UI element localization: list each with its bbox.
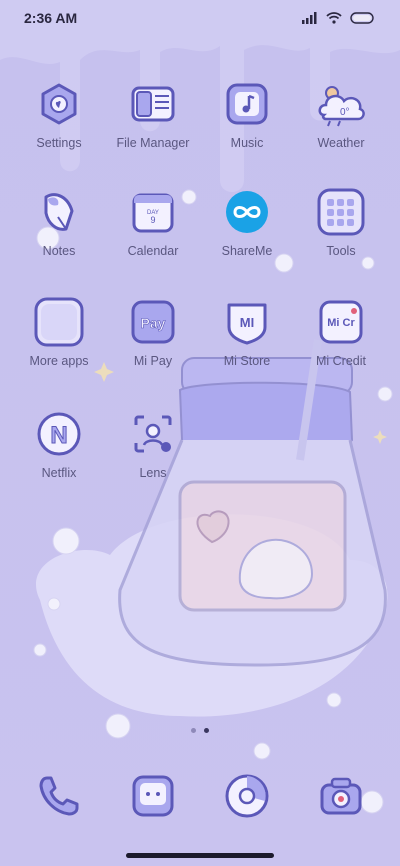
- more-apps-folder-icon: [33, 296, 85, 348]
- page-indicator: [0, 728, 400, 733]
- svg-text:N: N: [50, 422, 67, 449]
- app-mi-pay[interactable]: Pay Mi Pay: [110, 296, 196, 368]
- app-label: Music: [230, 136, 264, 150]
- dock-messaging[interactable]: [110, 770, 196, 822]
- status-icons: [302, 12, 376, 24]
- app-weather[interactable]: 0° Weather: [298, 78, 384, 150]
- app-label: Lens: [139, 466, 167, 480]
- camera-icon: [315, 770, 367, 822]
- dock-phone[interactable]: [16, 770, 102, 822]
- calendar-icon: DAY 9: [127, 186, 179, 238]
- wifi-icon: [326, 12, 342, 24]
- folder-more-apps[interactable]: More apps: [16, 296, 102, 368]
- app-netflix[interactable]: N Netflix: [16, 408, 102, 480]
- svg-text:9: 9: [150, 215, 155, 225]
- app-notes[interactable]: Notes: [16, 186, 102, 258]
- app-label: Settings: [36, 136, 82, 150]
- app-label: Notes: [42, 244, 76, 258]
- battery-icon: [350, 12, 374, 24]
- dock-browser[interactable]: [204, 770, 290, 822]
- page-dot-active[interactable]: [204, 728, 209, 733]
- app-lens[interactable]: Lens: [110, 408, 196, 480]
- phone-icon: [33, 770, 85, 822]
- app-mi-store[interactable]: MI Mi Store: [204, 296, 290, 368]
- app-label: File Manager: [116, 136, 190, 150]
- app-calendar[interactable]: DAY 9 Calendar: [110, 186, 196, 258]
- netflix-icon: N: [33, 408, 85, 460]
- music-icon: [221, 78, 273, 130]
- svg-text:0°: 0°: [340, 107, 350, 118]
- weather-icon: 0°: [315, 78, 367, 130]
- dock-camera[interactable]: [298, 770, 384, 822]
- svg-text:Pay: Pay: [141, 315, 166, 331]
- app-label: Calendar: [127, 244, 179, 258]
- app-label: More apps: [29, 354, 89, 368]
- svg-text:Mi Cr: Mi Cr: [327, 317, 355, 329]
- messaging-icon: [127, 770, 179, 822]
- app-label: Mi Pay: [133, 354, 173, 368]
- app-settings[interactable]: Settings: [16, 78, 102, 150]
- status-bar: 2:36 AM: [0, 0, 400, 36]
- mi-store-icon: MI: [221, 296, 273, 348]
- app-label: ShareMe: [221, 244, 273, 258]
- page-dot[interactable]: [191, 728, 196, 733]
- app-label: Weather: [317, 136, 365, 150]
- app-shareme[interactable]: ShareMe: [204, 186, 290, 258]
- file-manager-icon: [127, 78, 179, 130]
- lens-icon: [127, 408, 179, 460]
- svg-text:MI: MI: [240, 315, 254, 330]
- app-mi-credit[interactable]: Mi Cr Mi Credit: [298, 296, 384, 368]
- app-label: Tools: [326, 244, 356, 258]
- status-time: 2:36 AM: [24, 10, 78, 26]
- notes-icon: [33, 186, 85, 238]
- app-label: Mi Credit: [315, 354, 366, 368]
- signal-icon: [302, 12, 317, 24]
- app-label: Mi Store: [223, 354, 271, 368]
- mi-pay-icon: Pay: [127, 296, 179, 348]
- settings-icon: [33, 78, 85, 130]
- app-file-manager[interactable]: File Manager: [110, 78, 196, 150]
- home-gesture-bar[interactable]: [126, 853, 274, 858]
- tools-folder-icon: [315, 186, 367, 238]
- mi-credit-icon: Mi Cr: [315, 296, 367, 348]
- shareme-icon: [221, 186, 273, 238]
- app-label: Netflix: [41, 466, 77, 480]
- folder-tools[interactable]: Tools: [298, 186, 384, 258]
- app-music[interactable]: Music: [204, 78, 290, 150]
- browser-icon: [221, 770, 273, 822]
